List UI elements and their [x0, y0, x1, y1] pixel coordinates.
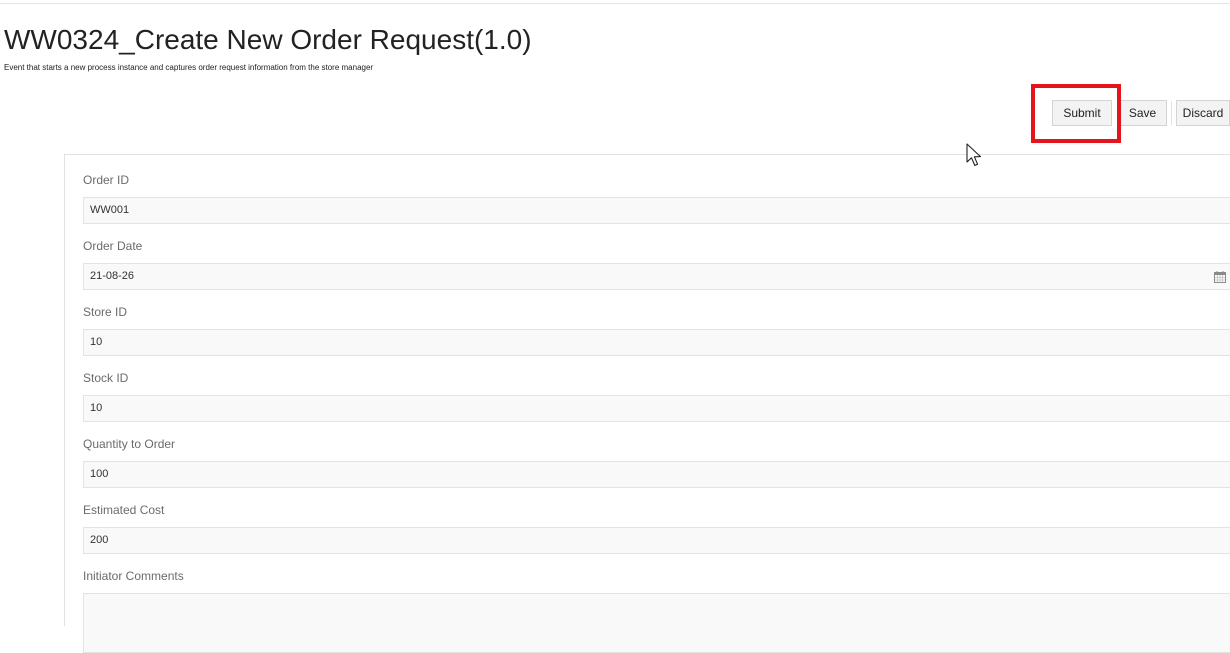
field-store-id: Store ID 10 [83, 305, 1230, 356]
submit-button[interactable]: Submit [1052, 100, 1112, 126]
page-title: WW0324_Create New Order Request(1.0) [4, 24, 532, 55]
button-separator [1171, 101, 1172, 125]
order-date-label: Order Date [83, 239, 143, 253]
calendar-icon[interactable] [1214, 271, 1226, 283]
estimated-cost-input[interactable]: 200 [83, 527, 1230, 554]
stock-id-label: Stock ID [83, 371, 129, 385]
order-id-input[interactable]: WW001 [83, 197, 1230, 224]
discard-button[interactable]: Discard [1176, 100, 1230, 126]
save-button[interactable]: Save [1118, 100, 1167, 126]
quantity-label: Quantity to Order [83, 437, 176, 451]
field-stock-id: Stock ID 10 [83, 371, 1230, 422]
initiator-comments-textarea[interactable] [83, 593, 1230, 653]
quantity-input[interactable]: 100 [83, 461, 1230, 488]
order-date-value: 21-08-26 [90, 270, 135, 282]
top-divider [0, 3, 1230, 4]
initiator-comments-label: Initiator Comments [83, 569, 184, 583]
order-form-panel: Order ID WW001 Order Date 21-08-26 Store… [64, 154, 1230, 653]
stock-id-input[interactable]: 10 [83, 395, 1230, 422]
page-description: Event that starts a new process instance… [4, 63, 374, 72]
store-id-input[interactable]: 10 [83, 329, 1230, 356]
store-id-label: Store ID [83, 305, 128, 319]
order-id-label: Order ID [83, 173, 130, 187]
field-order-id: Order ID WW001 [83, 173, 1230, 224]
order-date-input[interactable]: 21-08-26 [83, 263, 1230, 290]
estimated-cost-label: Estimated Cost [83, 503, 165, 517]
field-quantity-to-order: Quantity to Order 100 [83, 437, 1230, 488]
action-bar: Submit Save Discard [0, 100, 1230, 126]
field-estimated-cost: Estimated Cost 200 [83, 503, 1230, 554]
field-initiator-comments: Initiator Comments [83, 569, 1230, 653]
field-order-date: Order Date 21-08-26 [83, 239, 1230, 290]
